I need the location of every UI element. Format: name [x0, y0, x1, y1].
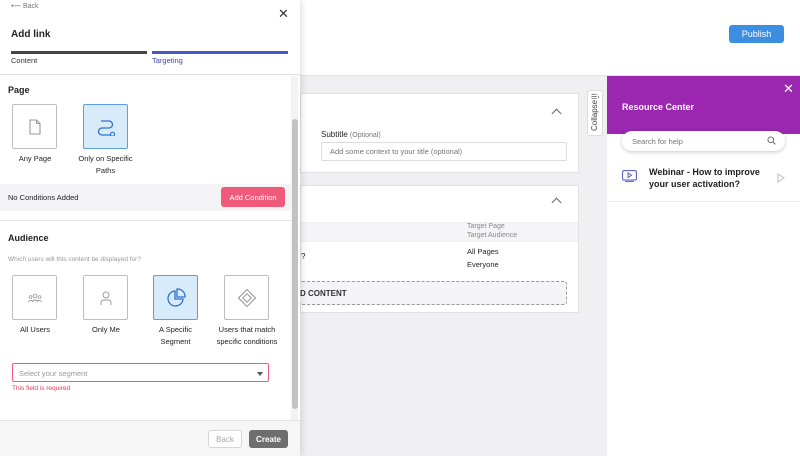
add-content-button[interactable]: D CONTENT	[299, 281, 567, 305]
page-option-label: Only on Specific Paths	[78, 154, 133, 175]
collapse-label: Collapse	[590, 99, 599, 131]
search-input[interactable]	[632, 137, 762, 146]
step-label-content[interactable]: Content	[11, 56, 37, 65]
panel-footer: Back Create	[0, 420, 300, 456]
divider	[0, 220, 291, 221]
subtitle-input[interactable]	[321, 142, 567, 161]
audience-option-label: A Specific Segment	[159, 325, 192, 346]
publish-button[interactable]: Publish	[729, 25, 784, 43]
audience-option-label: Only Me	[92, 325, 120, 334]
audience-option-specific-segment[interactable]	[153, 275, 198, 320]
add-condition-button[interactable]: Add Condition	[221, 187, 285, 207]
conditions-bar: No Conditions Added Add Condition	[0, 184, 291, 211]
back-link[interactable]: ⟵ Back	[11, 2, 39, 10]
close-icon[interactable]: ✕	[278, 6, 289, 22]
page-section-title: Page	[8, 85, 30, 95]
diamond-icon	[237, 288, 256, 307]
search-icon[interactable]	[767, 136, 776, 145]
play-icon[interactable]	[777, 173, 785, 183]
create-button[interactable]: Create	[249, 430, 288, 448]
column-header-target-page: Target Page	[467, 223, 505, 230]
scrollbar-thumb[interactable]	[292, 119, 298, 409]
path-icon	[97, 119, 115, 136]
user-icon	[100, 291, 111, 305]
table-cell-target-audience: Everyone	[467, 260, 499, 269]
page-option-label: Any Page	[18, 154, 52, 163]
resource-center-search[interactable]	[622, 131, 785, 151]
table-header	[301, 222, 578, 242]
divider	[0, 74, 300, 75]
links-card: Target Page Target Audience ? All Pages …	[299, 185, 579, 313]
pie-chart-icon	[166, 287, 186, 307]
step-label-targeting[interactable]: Targeting	[152, 56, 183, 65]
subtitle-label-text: Subtitle	[321, 130, 348, 139]
audience-option-label: Users that match specific conditions	[216, 325, 278, 346]
audience-option-label: All Users	[19, 325, 50, 334]
back-button[interactable]: Back	[208, 430, 242, 448]
table-row-title: ?	[301, 252, 306, 261]
close-icon[interactable]: ✕	[783, 81, 794, 97]
video-icon	[622, 170, 637, 182]
document-icon	[28, 118, 41, 135]
back-link-label: Back	[23, 3, 39, 10]
subtitle-optional-text: (Optional)	[349, 132, 381, 139]
chevron-up-icon[interactable]	[551, 197, 562, 208]
resource-item-webinar[interactable]: Webinar - How to improve your user activ…	[607, 158, 800, 202]
column-header-target-audience: Target Audience	[467, 232, 518, 239]
arrow-left-icon: ⟵	[11, 3, 22, 10]
audience-section-title: Audience	[8, 233, 49, 243]
step-indicator-targeting	[152, 51, 288, 54]
no-conditions-text: No Conditions Added	[8, 193, 79, 202]
collapse-tab[interactable]: ☰› Collapse	[587, 90, 603, 136]
audience-question: Which users will this content be display…	[8, 256, 141, 263]
add-content-label: D CONTENT	[300, 289, 347, 298]
table-cell-target-page: All Pages	[467, 247, 499, 256]
caret-down-icon	[257, 372, 263, 376]
panel-title: Add link	[11, 29, 51, 40]
resource-center-title: Resource Center	[622, 102, 695, 112]
chevron-up-icon[interactable]	[551, 108, 562, 119]
audience-option-all-users[interactable]	[12, 275, 57, 320]
segment-select[interactable]: Select your segment	[12, 363, 269, 382]
audience-option-conditions[interactable]	[224, 275, 269, 320]
page-option-specific-paths[interactable]	[83, 104, 128, 149]
audience-option-only-me[interactable]	[83, 275, 128, 320]
resource-center-header: Resource Center ✕	[607, 76, 800, 134]
page-option-any-page[interactable]	[12, 104, 57, 149]
step-indicator-content	[11, 51, 147, 54]
title-settings-card: Subtitle (Optional)	[300, 93, 579, 173]
segment-select-placeholder: Select your segment	[19, 369, 88, 378]
users-icon	[27, 293, 42, 302]
segment-error-message: This field is required	[12, 385, 71, 392]
resource-center-panel: Resource Center ✕ Webinar - How to impro…	[607, 76, 800, 456]
subtitle-label: Subtitle (Optional)	[321, 130, 381, 139]
resource-item-title: Webinar - How to improve your user activ…	[649, 167, 760, 189]
add-link-panel: ⟵ Back ✕ Add link Content Targeting Page…	[0, 0, 300, 456]
